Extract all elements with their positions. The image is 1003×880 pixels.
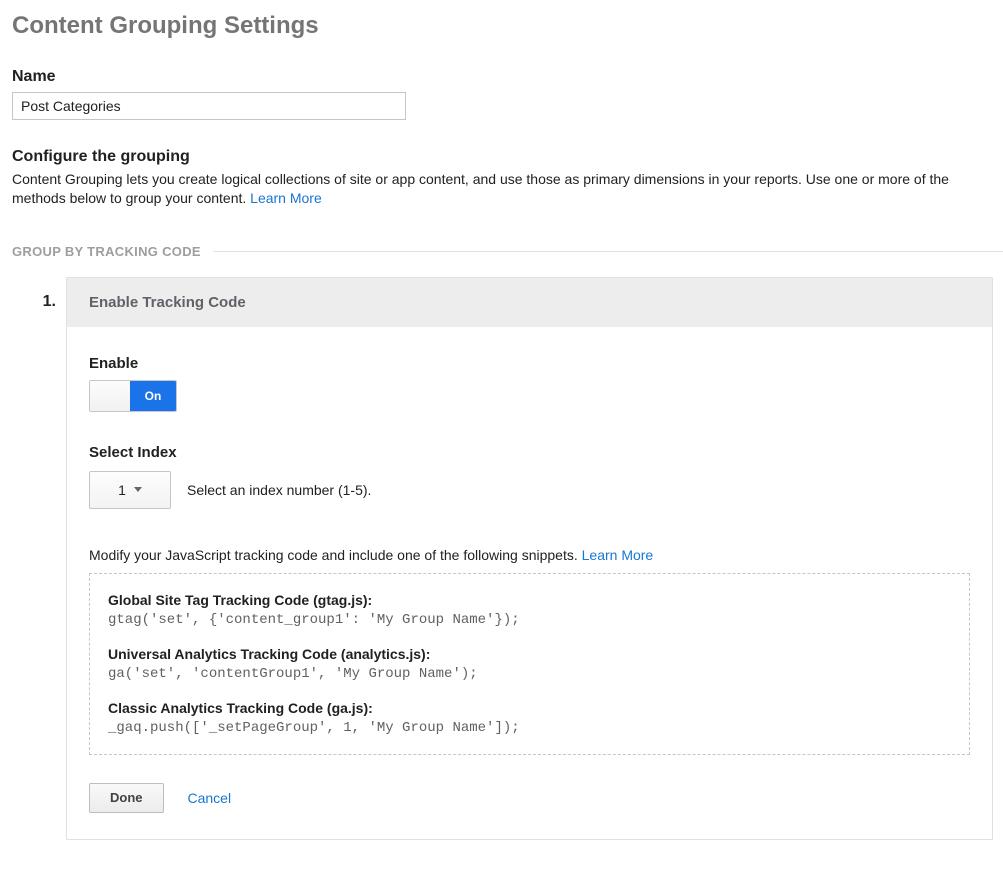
step-number: 1. bbox=[12, 277, 66, 311]
modify-instruction-text: Modify your JavaScript tracking code and… bbox=[89, 547, 582, 563]
card-actions: Done Cancel bbox=[89, 783, 970, 813]
gajs-code: _gaq.push(['_setPageGroup', 1, 'My Group… bbox=[108, 720, 951, 736]
select-index-label: Select Index bbox=[89, 444, 970, 461]
gtag-heading: Global Site Tag Tracking Code (gtag.js): bbox=[108, 592, 951, 608]
done-button[interactable]: Done bbox=[89, 783, 164, 813]
modify-learn-more-link[interactable]: Learn More bbox=[582, 547, 654, 563]
configure-learn-more-link[interactable]: Learn More bbox=[250, 190, 322, 206]
section-header: GROUP BY TRACKING CODE bbox=[12, 244, 1003, 259]
select-index-dropdown[interactable]: 1 bbox=[89, 471, 171, 509]
page-title: Content Grouping Settings bbox=[12, 12, 1003, 40]
configure-description: Content Grouping lets you create logical… bbox=[12, 170, 1003, 208]
select-index-hint: Select an index number (1-5). bbox=[187, 482, 371, 498]
card-body: Enable On Select Index 1 Select an index… bbox=[67, 327, 992, 839]
enable-toggle-off bbox=[90, 381, 130, 411]
caret-down-icon bbox=[134, 487, 142, 492]
modify-instruction: Modify your JavaScript tracking code and… bbox=[89, 547, 970, 563]
analyticsjs-heading: Universal Analytics Tracking Code (analy… bbox=[108, 646, 951, 662]
section-header-rule bbox=[213, 251, 1003, 252]
cancel-link[interactable]: Cancel bbox=[188, 790, 232, 806]
enable-toggle-on: On bbox=[130, 381, 176, 411]
tracking-code-card: Enable Tracking Code Enable On Select In… bbox=[66, 277, 993, 840]
card-header: Enable Tracking Code bbox=[67, 278, 992, 327]
enable-toggle[interactable]: On bbox=[89, 380, 177, 412]
step-row: 1. Enable Tracking Code Enable On Select… bbox=[12, 277, 1003, 840]
configure-description-text: Content Grouping lets you create logical… bbox=[12, 171, 949, 206]
select-index-row: 1 Select an index number (1-5). bbox=[89, 471, 970, 509]
gajs-heading: Classic Analytics Tracking Code (ga.js): bbox=[108, 700, 951, 716]
section-header-text: GROUP BY TRACKING CODE bbox=[12, 244, 201, 259]
name-label: Name bbox=[12, 68, 1003, 86]
name-input[interactable] bbox=[12, 92, 406, 120]
configure-heading: Configure the grouping bbox=[12, 148, 1003, 166]
gtag-code: gtag('set', {'content_group1': 'My Group… bbox=[108, 612, 951, 628]
select-index-value: 1 bbox=[118, 482, 126, 498]
analyticsjs-code: ga('set', 'contentGroup1', 'My Group Nam… bbox=[108, 666, 951, 682]
code-snippet-box: Global Site Tag Tracking Code (gtag.js):… bbox=[89, 573, 970, 755]
enable-label: Enable bbox=[89, 355, 970, 372]
